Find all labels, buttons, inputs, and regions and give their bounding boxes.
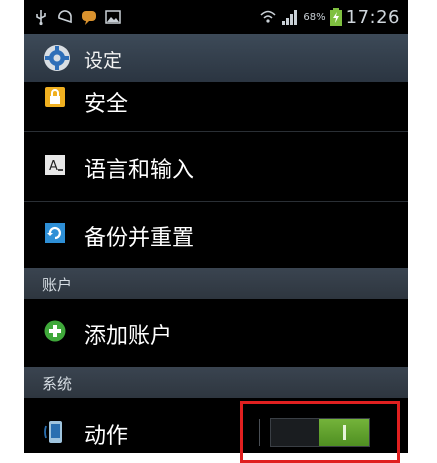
- list-item-security[interactable]: 安全: [24, 82, 408, 122]
- chat-icon: [80, 8, 98, 26]
- list-item-label: 安全: [84, 92, 129, 117]
- battery-icon: [329, 8, 342, 26]
- section-label: 账户: [42, 276, 73, 294]
- lock-icon: [44, 86, 66, 108]
- list-item-label: 动作: [84, 424, 129, 449]
- list-item-label: 语言和输入: [84, 158, 195, 183]
- svg-text:A: A: [49, 159, 58, 174]
- list-item-add-account[interactable]: 添加账户: [24, 299, 408, 367]
- battery-percent: 68%: [303, 11, 326, 23]
- wifi-icon: [259, 8, 277, 26]
- section-header-accounts: 账户: [24, 268, 408, 299]
- list-item-language-input[interactable]: A 语言和输入: [24, 132, 408, 201]
- keyboard-icon: A: [44, 154, 66, 176]
- title-bar: 设定: [24, 34, 408, 83]
- backup-icon: [44, 222, 66, 244]
- phone-screen: 68% 17:26 设定 安全 A 语言和输入 备份并重置 账户 添加账户 系统…: [24, 0, 408, 453]
- list-item-label: 添加账户: [84, 324, 173, 349]
- highlight-box: [240, 401, 400, 463]
- list-item-label: 备份并重置: [84, 226, 195, 251]
- status-left-icons: [32, 6, 122, 28]
- section-label: 系统: [42, 375, 73, 393]
- status-right-icons: 68% 17:26: [259, 5, 400, 29]
- phone-icon: [44, 420, 66, 443]
- usb-icon: [32, 8, 50, 26]
- section-header-system: 系统: [24, 367, 408, 398]
- status-time: 17:26: [345, 6, 400, 28]
- image-icon: [104, 8, 122, 26]
- signal-icon: [281, 8, 299, 26]
- page-title: 设定: [84, 50, 123, 72]
- sync-icon: [56, 8, 74, 26]
- gear-icon: [42, 43, 72, 73]
- status-bar: 68% 17:26: [24, 0, 408, 34]
- add-icon: [44, 320, 66, 342]
- list-item-backup-reset[interactable]: 备份并重置: [24, 202, 408, 268]
